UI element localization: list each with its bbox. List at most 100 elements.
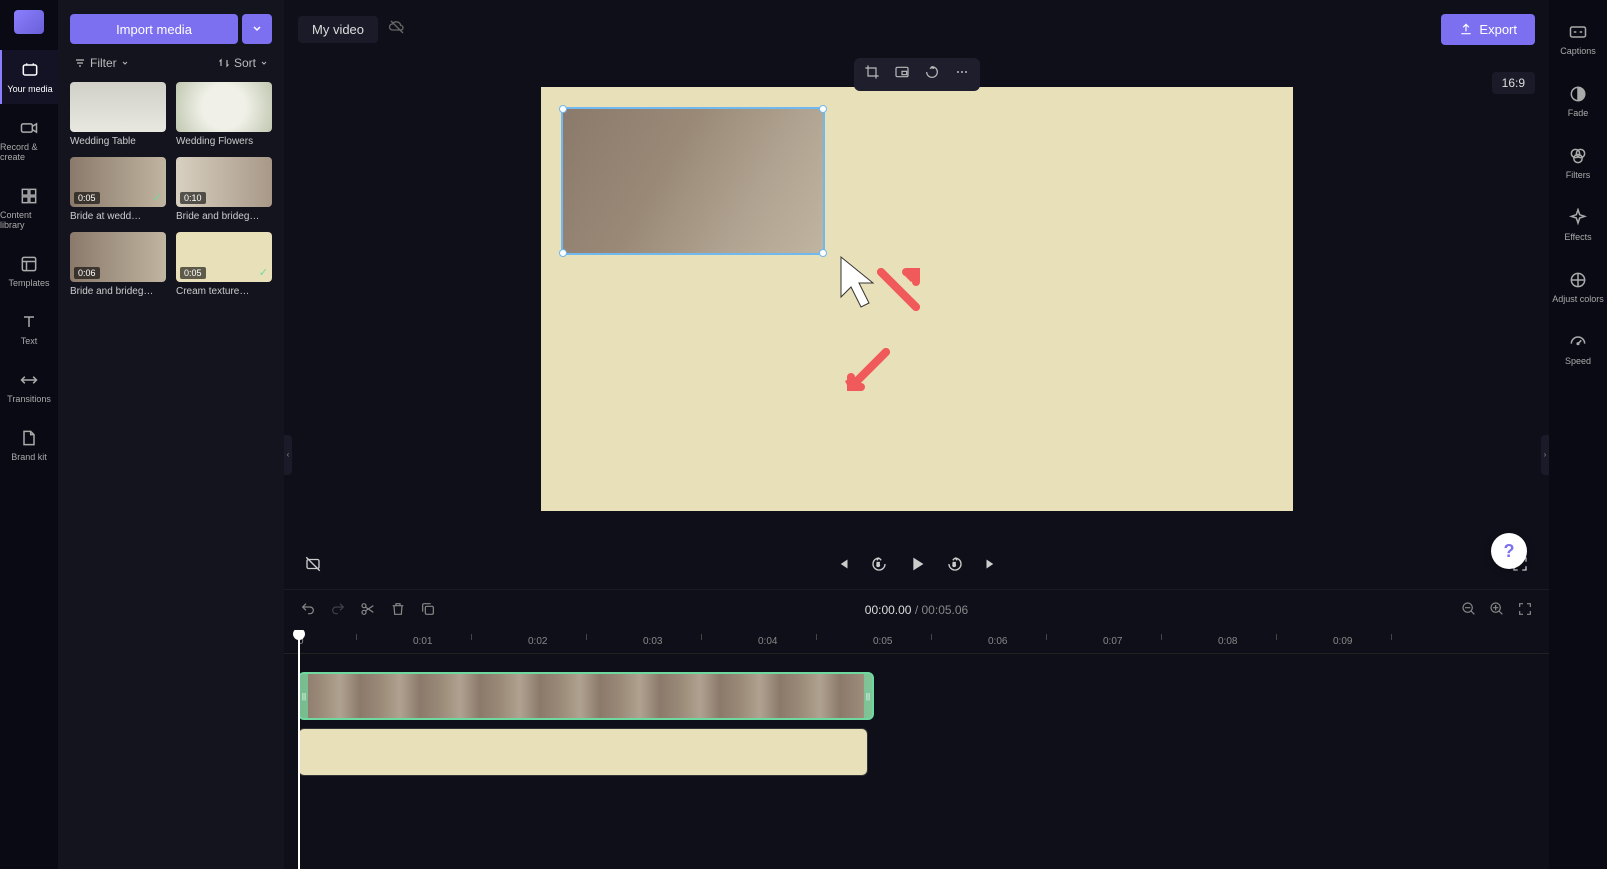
text-icon [19, 312, 39, 332]
clip-trim-left[interactable]: || [300, 674, 308, 718]
zoom-fit-icon [1517, 601, 1533, 617]
media-duration: 0:05 [74, 192, 100, 204]
more-icon [954, 64, 970, 80]
filters-icon [1568, 146, 1588, 166]
speed-icon [1568, 332, 1588, 352]
undo-button[interactable] [300, 601, 316, 620]
undo-icon [300, 601, 316, 617]
nav-label: Record & create [0, 142, 58, 162]
prop-filters[interactable]: Filters [1549, 134, 1607, 192]
video-track[interactable]: || || [284, 672, 1549, 720]
filter-button[interactable]: Filter [74, 56, 129, 70]
resize-handle-bl[interactable] [559, 249, 567, 257]
import-media-button[interactable]: Import media [70, 14, 238, 44]
background-track[interactable] [284, 728, 1549, 776]
media-thumbnail[interactable] [70, 82, 166, 132]
upload-icon [1459, 22, 1473, 36]
playhead[interactable] [298, 630, 300, 869]
media-item[interactable]: 0:06Bride and brideg… [70, 232, 166, 297]
prev-frame-button[interactable] [834, 555, 852, 573]
prop-adjust-colors[interactable]: Adjust colors [1549, 258, 1607, 316]
resize-handle-br[interactable] [819, 249, 827, 257]
timeline-ruler[interactable]: 00:010:020:030:040:050:060:070:080:09 [284, 630, 1549, 654]
nav-label: Your media [7, 84, 52, 94]
nav-templates[interactable]: Templates [0, 244, 58, 298]
nav-transitions[interactable]: Transitions [0, 360, 58, 414]
media-label: Bride and brideg… [176, 211, 272, 222]
redo-icon [330, 601, 346, 617]
zoom-in-button[interactable] [1489, 601, 1505, 620]
zoom-in-icon [1489, 601, 1505, 617]
zoom-out-button[interactable] [1461, 601, 1477, 620]
media-thumbnail[interactable]: 0:05✓ [176, 232, 272, 282]
chevron-down-icon [252, 24, 262, 34]
export-button[interactable]: Export [1441, 14, 1535, 45]
project-title[interactable]: My video [298, 16, 378, 43]
nav-your-media[interactable]: Your media [0, 50, 58, 104]
media-thumbnail[interactable]: 0:10 [176, 157, 272, 207]
trash-icon [390, 601, 406, 617]
used-check-icon: ✓ [153, 191, 162, 204]
rewind-button[interactable]: 5 [870, 555, 888, 573]
selected-clip-overlay[interactable] [561, 107, 825, 255]
sort-label: Sort [234, 56, 256, 70]
prop-label: Adjust colors [1552, 294, 1604, 304]
video-clip[interactable]: || || [298, 672, 874, 720]
more-tool[interactable] [954, 64, 970, 85]
prop-speed[interactable]: Speed [1549, 320, 1607, 378]
templates-icon [19, 254, 39, 274]
ruler-minor-tick [1391, 634, 1392, 640]
clip-trim-right[interactable]: || [864, 674, 872, 718]
preview-canvas[interactable] [541, 87, 1293, 511]
media-label: Wedding Table [70, 136, 166, 147]
resize-handle-tl[interactable] [559, 105, 567, 113]
media-panel: Import media Filter Sort Wedding Table We… [58, 0, 284, 869]
media-thumbnail[interactable]: 0:06 [70, 232, 166, 282]
media-item[interactable]: Wedding Flowers [176, 82, 272, 147]
ruler-tick: 0:02 [528, 636, 547, 647]
rotate-tool[interactable] [924, 64, 940, 85]
pip-tool[interactable] [894, 64, 910, 85]
media-item[interactable]: 0:05✓Bride at wedd… [70, 157, 166, 222]
resize-handle-tr[interactable] [819, 105, 827, 113]
delete-button[interactable] [390, 601, 406, 620]
background-clip[interactable] [298, 728, 868, 776]
ruler-minor-tick [471, 634, 472, 640]
split-button[interactable] [360, 601, 376, 620]
export-label: Export [1479, 22, 1517, 37]
prop-effects[interactable]: Effects [1549, 196, 1607, 254]
nav-content-library[interactable]: Content library [0, 176, 58, 240]
media-item[interactable]: 0:05✓Cream texture… [176, 232, 272, 297]
prop-captions[interactable]: Captions [1549, 10, 1607, 68]
import-media-dropdown[interactable] [242, 14, 272, 44]
aspect-ratio-button[interactable]: 16:9 [1492, 72, 1535, 94]
collapse-properties-panel[interactable]: › [1541, 435, 1549, 475]
help-button[interactable]: ? [1491, 533, 1527, 569]
app-logo[interactable] [14, 10, 44, 34]
play-icon [906, 553, 928, 575]
next-frame-button[interactable] [982, 555, 1000, 573]
media-item[interactable]: Wedding Table [70, 82, 166, 147]
media-thumbnail[interactable]: 0:05 ✓ [70, 157, 166, 207]
used-check-icon: ✓ [259, 266, 268, 279]
media-item[interactable]: 0:10 Bride and brideg… [176, 157, 272, 222]
nav-record-create[interactable]: Record & create [0, 108, 58, 172]
prop-label: Speed [1565, 356, 1591, 366]
rotate-icon [924, 64, 940, 80]
redo-button[interactable] [330, 601, 346, 620]
crop-tool[interactable] [864, 64, 880, 85]
duplicate-button[interactable] [420, 601, 436, 620]
media-thumbnail[interactable] [176, 82, 272, 132]
zoom-fit-button[interactable] [1517, 601, 1533, 620]
nav-text[interactable]: Text [0, 302, 58, 356]
prop-fade[interactable]: Fade [1549, 72, 1607, 130]
play-button[interactable] [906, 553, 928, 575]
sort-button[interactable]: Sort [218, 56, 268, 70]
timeline-tracks: || || [284, 654, 1549, 776]
cloud-sync-icon[interactable] [388, 18, 406, 41]
forward-button[interactable]: 5 [946, 555, 964, 573]
prop-label: Captions [1560, 46, 1596, 56]
safe-zones-toggle[interactable] [304, 555, 322, 573]
nav-brand-kit[interactable]: Brand kit [0, 418, 58, 472]
prop-label: Fade [1568, 108, 1589, 118]
